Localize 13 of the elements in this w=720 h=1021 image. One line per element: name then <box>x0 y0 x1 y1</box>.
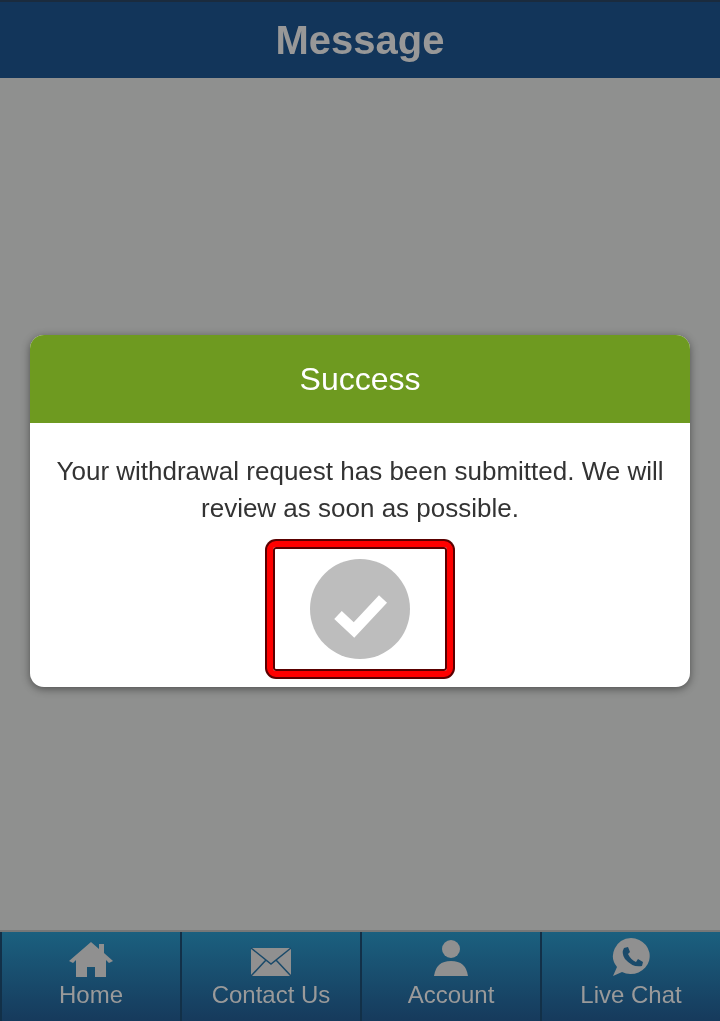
nav-tab[interactable]: Account <box>360 932 540 1021</box>
nav-tab[interactable]: Live Chat <box>540 932 720 1021</box>
dialog-title: Success <box>299 360 421 398</box>
chat-phone-icon <box>611 937 651 977</box>
nav-tab[interactable]: Contact Us <box>180 932 360 1021</box>
nav-tab[interactable]: Home <box>0 932 180 1021</box>
check-circle-icon <box>310 559 410 659</box>
dialog-message: Your withdrawal request has been submitted. We will review as soon as possible. <box>55 455 665 525</box>
home-icon <box>67 941 115 977</box>
page-title: Message <box>275 17 445 63</box>
confirm-button[interactable] <box>267 541 453 677</box>
person-icon <box>432 939 470 977</box>
envelope-icon <box>250 947 292 977</box>
